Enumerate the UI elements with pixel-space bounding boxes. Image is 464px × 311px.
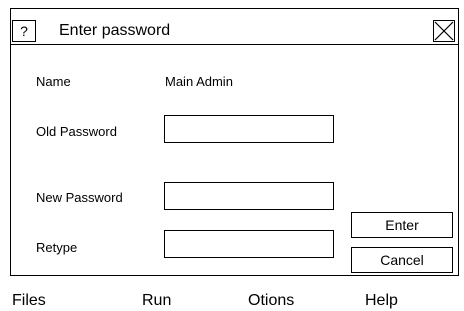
- enter-button[interactable]: Enter: [351, 212, 453, 238]
- password-dialog: ? Enter password Name Main Admin Old Pas…: [10, 8, 459, 276]
- retype-password-field[interactable]: [164, 230, 334, 258]
- new-password-field[interactable]: [164, 182, 334, 210]
- new-password-label: New Password: [36, 190, 123, 205]
- menu-item-options[interactable]: Otions: [248, 291, 294, 311]
- name-label: Name: [36, 74, 71, 89]
- help-icon[interactable]: ?: [12, 20, 36, 42]
- close-icon[interactable]: [433, 20, 455, 42]
- old-password-label: Old Password: [36, 124, 117, 139]
- retype-label: Retype: [36, 240, 78, 255]
- cancel-button[interactable]: Cancel: [351, 247, 453, 273]
- menu-item-help[interactable]: Help: [365, 291, 398, 311]
- dialog-title: Enter password: [59, 22, 171, 39]
- title-bar: ? Enter password: [11, 9, 458, 45]
- menu-bar: Files Run Otions Help: [0, 276, 464, 311]
- menu-item-files[interactable]: Files: [12, 291, 46, 311]
- old-password-field[interactable]: [164, 115, 334, 143]
- name-value: Main Admin: [165, 74, 233, 89]
- menu-item-run[interactable]: Run: [142, 291, 171, 311]
